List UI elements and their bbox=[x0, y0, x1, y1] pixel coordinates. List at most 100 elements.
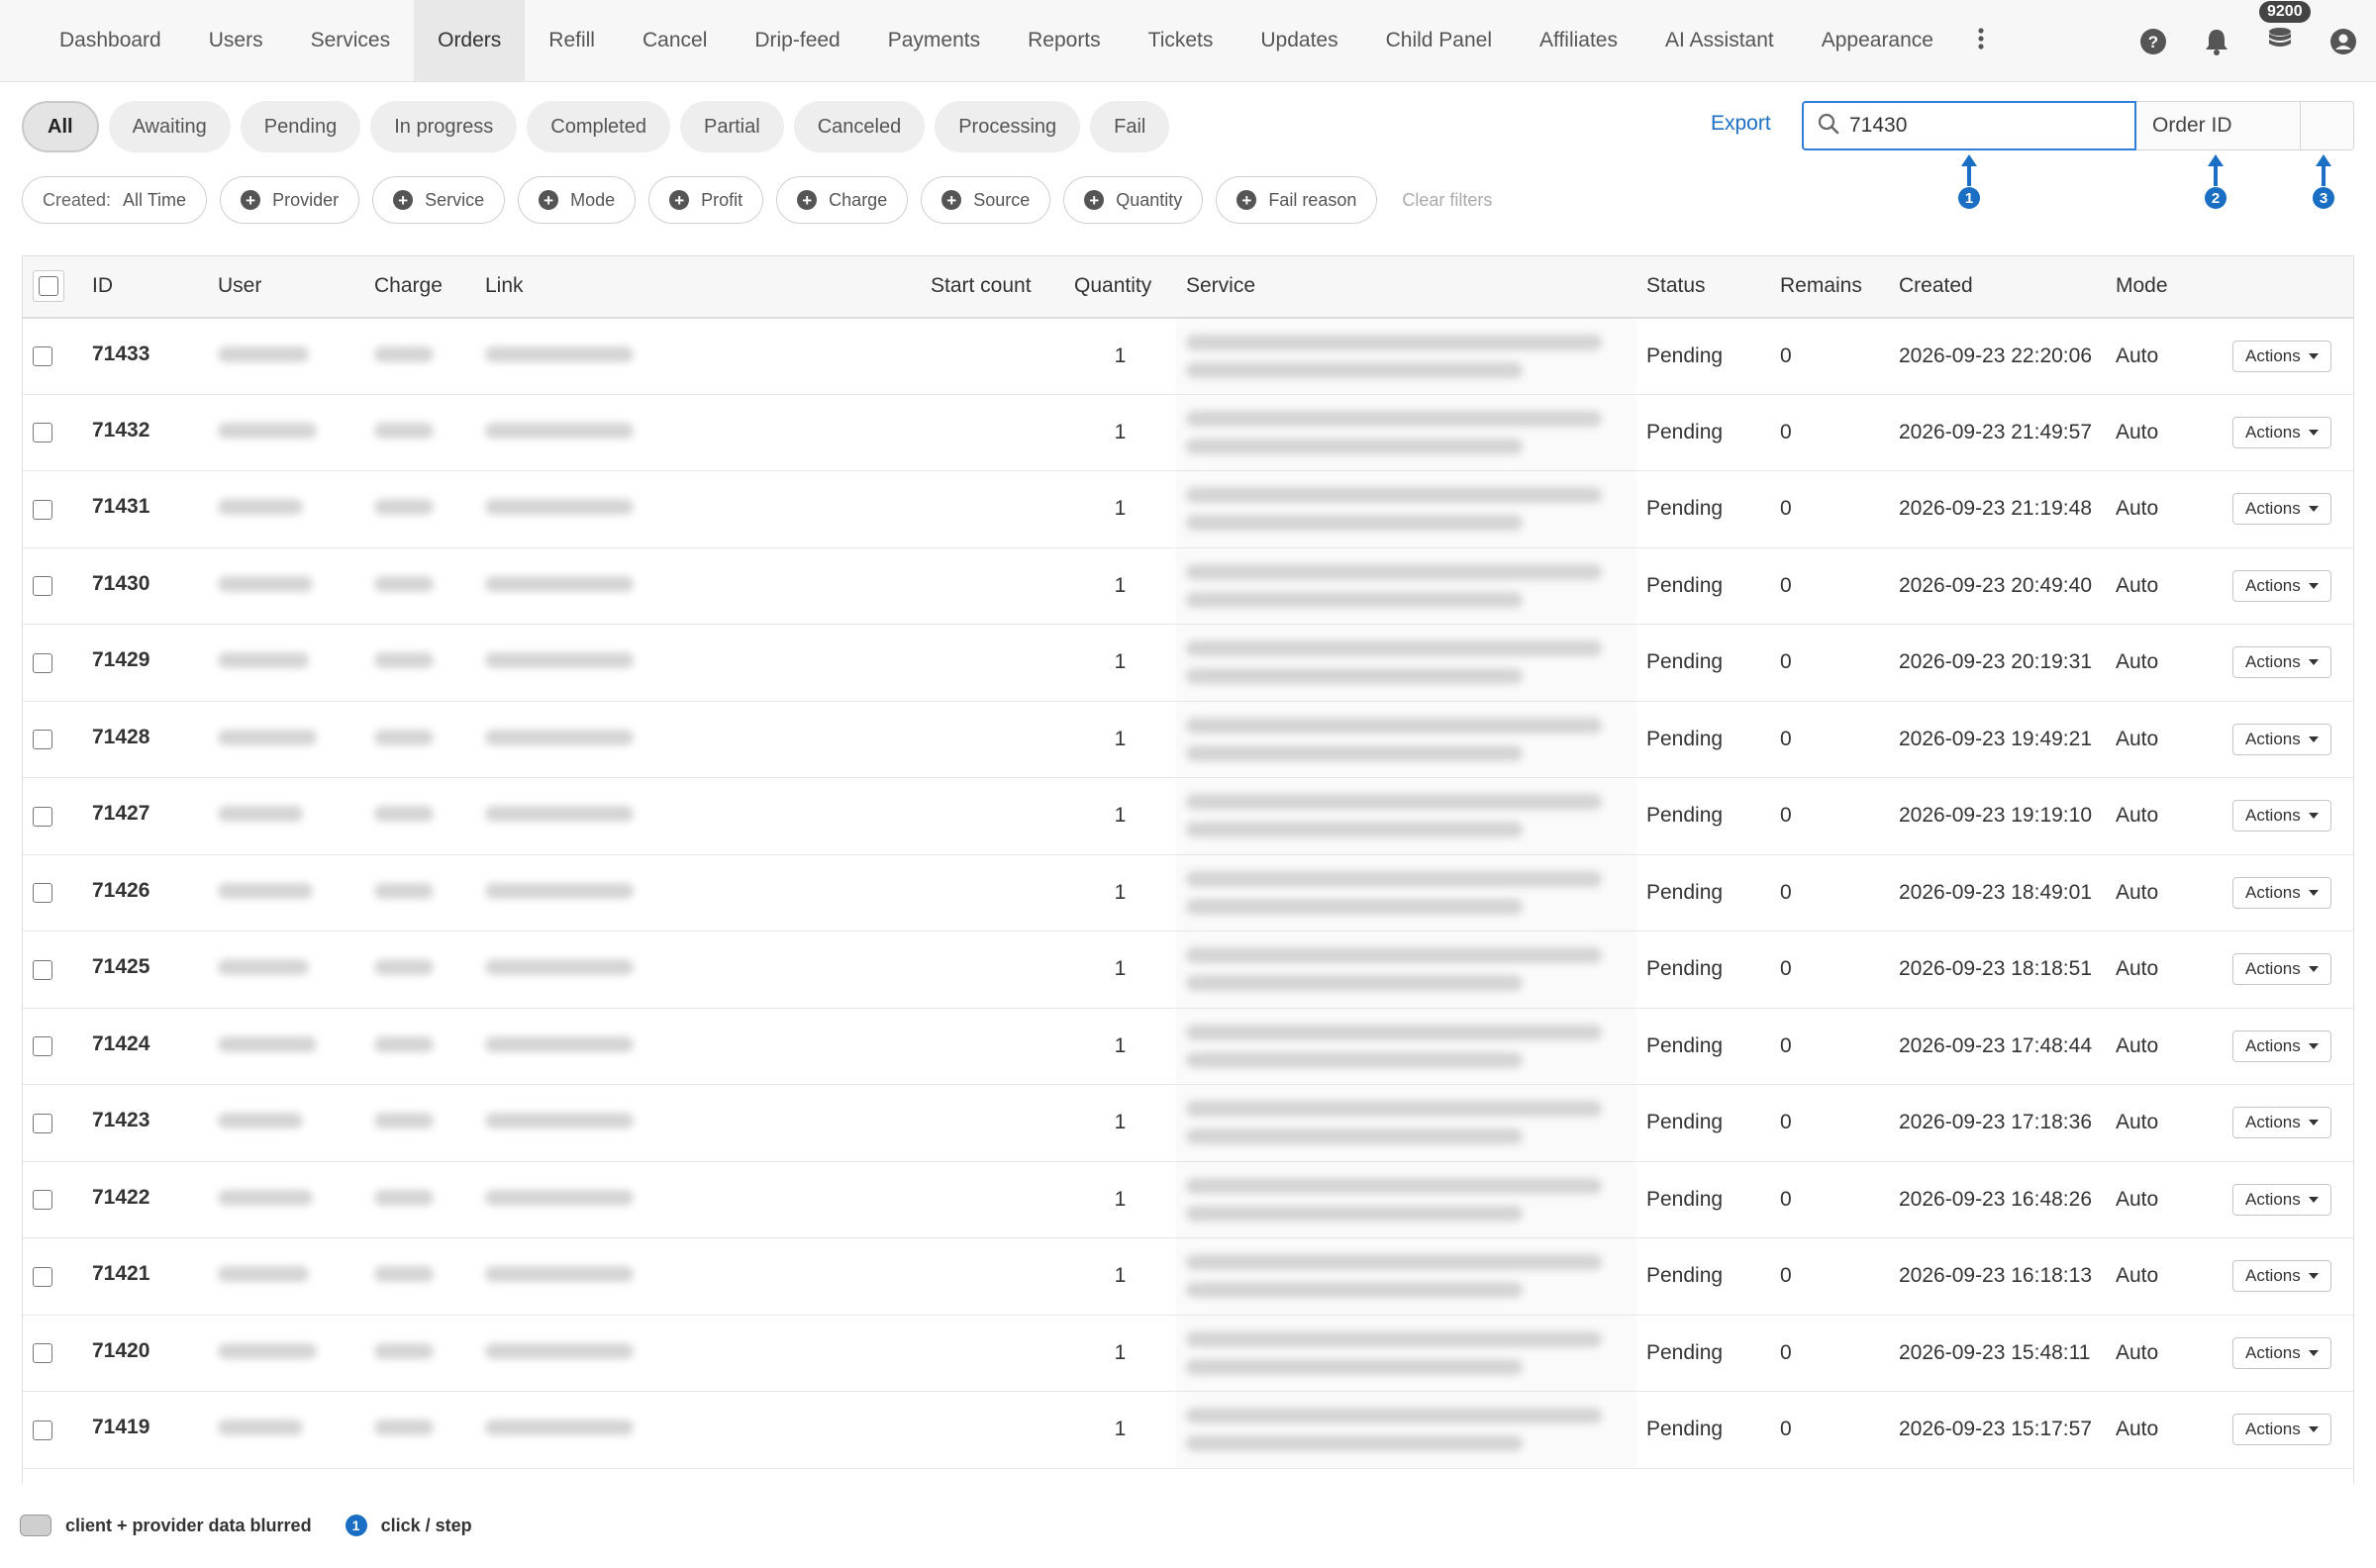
nav-item-updates[interactable]: Updates bbox=[1237, 0, 1361, 81]
filter-chip-quantity[interactable]: + Quantity bbox=[1063, 176, 1204, 224]
tab-in-progress[interactable]: In progress bbox=[370, 101, 518, 152]
row-checkbox[interactable] bbox=[33, 806, 52, 827]
tab-pending[interactable]: Pending bbox=[240, 101, 361, 152]
actions-dropdown-button[interactable]: Actions bbox=[2232, 1183, 2331, 1216]
nav-item-users[interactable]: Users bbox=[185, 0, 287, 81]
search-type-select[interactable]: Order ID bbox=[2136, 101, 2301, 150]
actions-dropdown-button[interactable]: Actions bbox=[2232, 800, 2331, 833]
order-id[interactable]: 71433 bbox=[82, 317, 208, 395]
header-id[interactable]: ID bbox=[82, 255, 208, 319]
order-id[interactable]: 71424 bbox=[82, 1008, 208, 1085]
row-checkbox[interactable] bbox=[33, 883, 52, 904]
header-user[interactable]: User bbox=[208, 255, 364, 319]
nav-item-ai-assistant[interactable]: AI Assistant bbox=[1641, 0, 1798, 81]
order-id[interactable]: 71422 bbox=[82, 1161, 208, 1238]
order-id[interactable]: 71419 bbox=[82, 1391, 208, 1469]
tab-fail[interactable]: Fail bbox=[1090, 101, 1170, 152]
actions-dropdown-button[interactable]: Actions bbox=[2232, 1414, 2331, 1446]
export-link[interactable]: Export bbox=[1711, 112, 1771, 136]
header-created[interactable]: Created bbox=[1889, 255, 2106, 319]
actions-dropdown-button[interactable]: Actions bbox=[2232, 876, 2331, 909]
tab-canceled[interactable]: Canceled bbox=[793, 101, 926, 152]
actions-dropdown-button[interactable]: Actions bbox=[2232, 1260, 2331, 1293]
row-checkbox[interactable] bbox=[33, 959, 52, 980]
table-row[interactable]: 71420 1 Pending 0 2026-09-23 15:48:11 Auto Act… bbox=[23, 1315, 2353, 1392]
header-quantity[interactable]: Quantity bbox=[1064, 255, 1176, 319]
header-remains[interactable]: Remains bbox=[1770, 255, 1889, 319]
actions-dropdown-button[interactable]: Actions bbox=[2232, 569, 2331, 602]
nav-item-cancel[interactable]: Cancel bbox=[619, 0, 731, 81]
nav-item-reports[interactable]: Reports bbox=[1004, 0, 1125, 81]
table-row[interactable]: 71425 1 Pending 0 2026-09-23 18:18:51 Auto Act… bbox=[23, 931, 2353, 1009]
nav-item-services[interactable]: Services bbox=[287, 0, 415, 81]
search-box[interactable] bbox=[1802, 101, 2136, 150]
help-icon[interactable]: ? bbox=[2138, 27, 2168, 56]
filter-chip-charge[interactable]: + Charge bbox=[776, 176, 909, 224]
actions-dropdown-button[interactable]: Actions bbox=[2232, 1107, 2331, 1139]
table-row[interactable]: 71426 1 Pending 0 2026-09-23 18:49:01 Auto Act… bbox=[23, 854, 2353, 931]
tab-completed[interactable]: Completed bbox=[527, 101, 670, 152]
row-checkbox[interactable] bbox=[33, 1113, 52, 1133]
header-link[interactable]: Link bbox=[475, 255, 921, 319]
order-id[interactable]: 71420 bbox=[82, 1315, 208, 1392]
filter-chip-fail-reason[interactable]: + Fail reason bbox=[1216, 176, 1378, 224]
actions-dropdown-button[interactable]: Actions bbox=[2232, 493, 2331, 526]
select-all-checkbox[interactable] bbox=[33, 270, 64, 303]
actions-dropdown-button[interactable]: Actions bbox=[2232, 1029, 2331, 1062]
table-row[interactable]: 71423 1 Pending 0 2026-09-23 17:18:36 Auto Act… bbox=[23, 1084, 2353, 1162]
order-id[interactable]: 71432 bbox=[82, 394, 208, 471]
created-filter[interactable]: Created: All Time bbox=[22, 176, 208, 224]
user-icon[interactable] bbox=[2328, 27, 2358, 56]
actions-dropdown-button[interactable]: Actions bbox=[2232, 646, 2331, 679]
header-start-count[interactable]: Start count bbox=[921, 255, 1064, 319]
table-row[interactable]: 71427 1 Pending 0 2026-09-23 19:19:10 Auto Act… bbox=[23, 777, 2353, 855]
row-checkbox[interactable] bbox=[33, 345, 52, 366]
nav-item-orders[interactable]: Orders bbox=[414, 0, 526, 81]
nav-item-child-panel[interactable]: Child Panel bbox=[1362, 0, 1516, 81]
table-row[interactable]: 71419 1 Pending 0 2026-09-23 15:17:57 Auto Act… bbox=[23, 1391, 2353, 1469]
table-row[interactable]: 71421 1 Pending 0 2026-09-23 16:18:13 Auto Act… bbox=[23, 1237, 2353, 1316]
order-id[interactable]: 71429 bbox=[82, 624, 208, 702]
row-checkbox[interactable] bbox=[33, 1036, 52, 1057]
order-id[interactable]: 71428 bbox=[82, 701, 208, 778]
row-checkbox[interactable] bbox=[33, 1420, 52, 1440]
filter-chip-service[interactable]: + Service bbox=[372, 176, 506, 224]
order-id[interactable]: 71426 bbox=[82, 854, 208, 931]
table-row[interactable]: 71431 1 Pending 0 2026-09-23 21:19:48 Auto Act… bbox=[23, 470, 2353, 548]
row-checkbox[interactable] bbox=[33, 423, 52, 443]
search-submit-button[interactable] bbox=[2301, 101, 2354, 150]
nav-item-payments[interactable]: Payments bbox=[864, 0, 1004, 81]
tab-partial[interactable]: Partial bbox=[679, 101, 784, 152]
nav-item-refill[interactable]: Refill bbox=[525, 0, 619, 81]
header-service[interactable]: Service bbox=[1176, 255, 1636, 319]
more-menu-button[interactable] bbox=[1957, 0, 2005, 81]
nav-item-tickets[interactable]: Tickets bbox=[1125, 0, 1238, 81]
order-id[interactable]: 71427 bbox=[82, 777, 208, 855]
order-id[interactable]: 71431 bbox=[82, 470, 208, 548]
header-status[interactable]: Status bbox=[1636, 255, 1770, 319]
tab-processing[interactable]: Processing bbox=[935, 101, 1081, 152]
nav-item-affiliates[interactable]: Affiliates bbox=[1516, 0, 1641, 81]
row-checkbox[interactable] bbox=[33, 1343, 52, 1364]
nav-item-dashboard[interactable]: Dashboard bbox=[36, 0, 185, 81]
nav-item-appearance[interactable]: Appearance bbox=[1798, 0, 1957, 81]
more-vertical-icon[interactable] bbox=[1977, 27, 1985, 55]
row-checkbox[interactable] bbox=[33, 499, 52, 520]
header-charge[interactable]: Charge bbox=[364, 255, 475, 319]
row-checkbox[interactable] bbox=[33, 1190, 52, 1211]
bell-icon[interactable] bbox=[2202, 27, 2231, 56]
search-input[interactable] bbox=[1849, 114, 2127, 138]
actions-dropdown-button[interactable]: Actions bbox=[2232, 953, 2331, 986]
balance-button[interactable]: 9200 bbox=[2259, 0, 2311, 56]
filter-chip-profit[interactable]: + Profit bbox=[648, 176, 764, 224]
actions-dropdown-button[interactable]: Actions bbox=[2232, 416, 2331, 448]
table-row[interactable]: 71429 1 Pending 0 2026-09-23 20:19:31 Auto Act… bbox=[23, 624, 2353, 702]
filter-chip-mode[interactable]: + Mode bbox=[518, 176, 637, 224]
actions-dropdown-button[interactable]: Actions bbox=[2232, 1336, 2331, 1369]
nav-item-drip-feed[interactable]: Drip-feed bbox=[731, 0, 863, 81]
row-checkbox[interactable] bbox=[33, 652, 52, 673]
row-checkbox[interactable] bbox=[33, 576, 52, 597]
order-id[interactable]: 71425 bbox=[82, 931, 208, 1009]
table-row[interactable]: 71422 1 Pending 0 2026-09-23 16:48:26 Auto Act… bbox=[23, 1161, 2353, 1238]
actions-dropdown-button[interactable]: Actions bbox=[2232, 340, 2331, 372]
